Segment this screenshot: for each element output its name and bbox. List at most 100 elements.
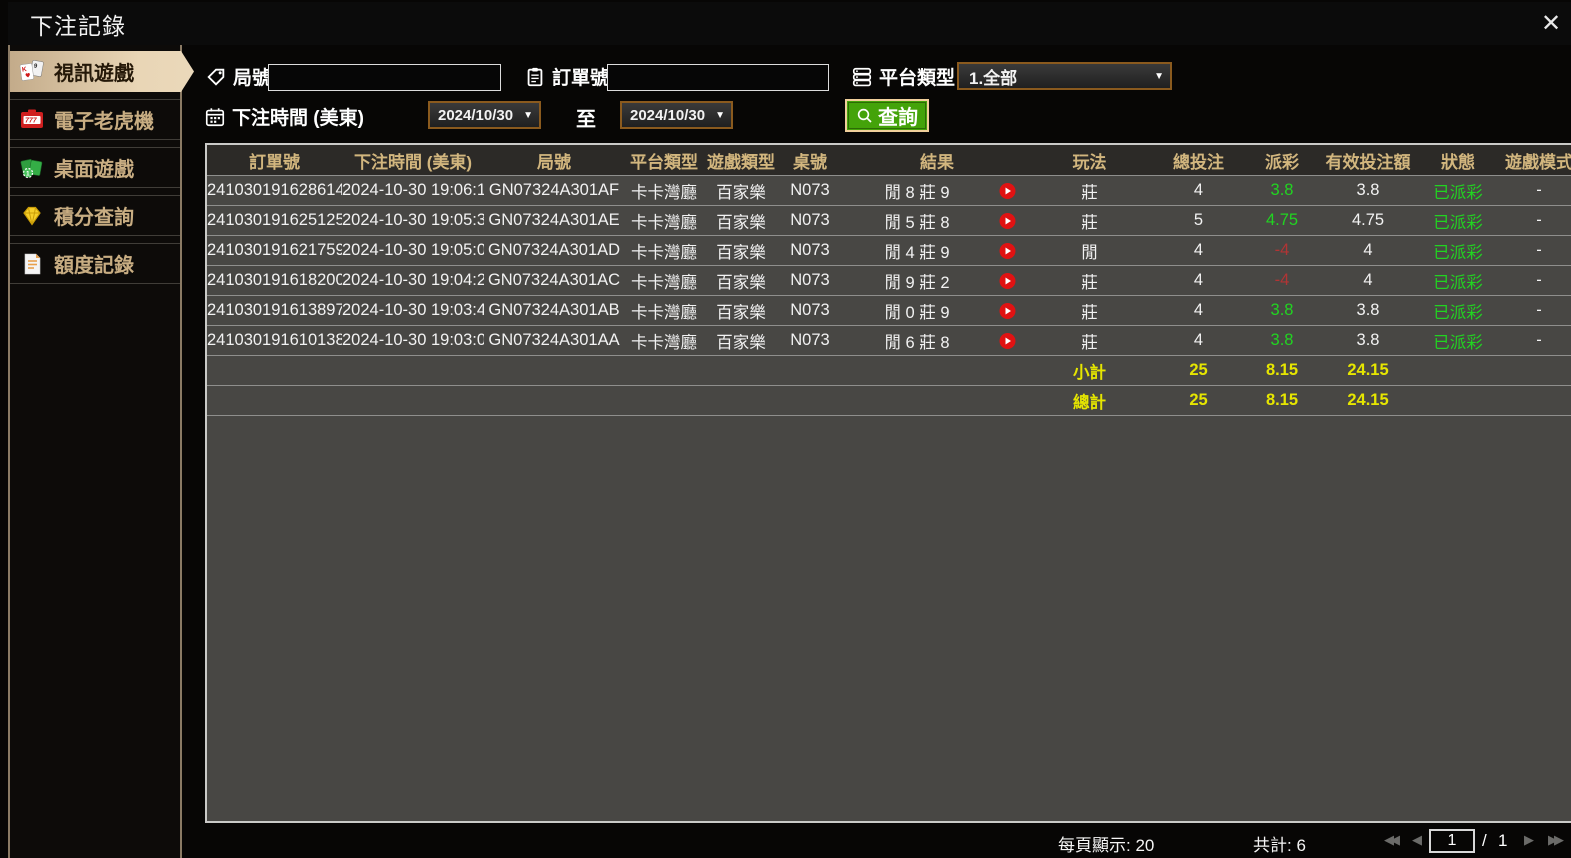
last-page-icon[interactable]: ▶▶	[1548, 832, 1564, 848]
search-button[interactable]: 查詢	[845, 99, 929, 132]
table-cell: 2024-10-30 19:03:05	[342, 331, 484, 349]
table-cell: 莊	[1081, 213, 1098, 232]
table-cell: 訂單號	[249, 152, 300, 172]
table-cell: 3.8	[1270, 301, 1294, 319]
replay-video-icon[interactable]	[999, 182, 1016, 199]
svg-text:1: 1	[26, 170, 30, 177]
table-cell: 2024-10-30 19:05:00	[342, 241, 484, 259]
dialog-titlebar: 下注記錄 ✕	[8, 2, 1571, 45]
replay-video-icon[interactable]	[999, 302, 1016, 319]
bet-time-label-group: 下注時間 (美東)	[204, 103, 364, 130]
table-cell: 4.75	[1351, 211, 1385, 229]
clipboard-icon	[524, 66, 546, 88]
result-text: 閒 0 莊 9	[884, 303, 950, 322]
table-cell: 百家樂	[716, 243, 766, 262]
table-cell: 241030191625125	[207, 211, 342, 229]
next-page-icon[interactable]: ▶	[1524, 832, 1534, 848]
replay-video-icon[interactable]	[999, 332, 1016, 349]
table-cell: 已派彩	[1433, 243, 1483, 262]
table-row: 241030191610138 2024-10-30 19:03:05 GN0732…	[207, 326, 1571, 356]
result-text: 閒 5 莊 8	[884, 213, 950, 232]
result-text: 閒 4 莊 9	[884, 243, 950, 262]
table-cell: 總計	[1073, 393, 1106, 412]
table-cell: -	[1536, 211, 1542, 229]
table-cell: N073	[790, 241, 830, 259]
table-cell: -	[1536, 331, 1542, 349]
sidebar-item-4[interactable]: 積分查詢	[10, 195, 180, 236]
platform-type-label: 平台類型	[879, 68, 956, 89]
table-cell: 2024-10-30 19:04:26	[342, 271, 484, 289]
table-cell: -	[1536, 301, 1542, 319]
result-cell: 閒 8 莊 9	[842, 176, 1032, 205]
table-cell: -	[1536, 181, 1542, 199]
order-number-input[interactable]	[607, 64, 829, 91]
table-cell: 卡卡灣廳	[631, 273, 697, 292]
table-cell: 2024-10-30 19:05:33	[342, 211, 484, 229]
table-cell: 有效投注額	[1325, 152, 1411, 172]
table-cell: 241030191610138	[207, 331, 342, 349]
replay-video-icon[interactable]	[999, 212, 1016, 229]
replay-video-icon[interactable]	[999, 242, 1016, 259]
platform-type-select[interactable]: 1.全部 ▼	[957, 62, 1172, 90]
date-to-select[interactable]: 2024/10/30 ▼	[620, 101, 733, 129]
table-cell: 4	[1193, 181, 1204, 199]
date-to-value: 2024/10/30	[630, 106, 706, 124]
table-cell: 結果	[920, 152, 954, 172]
table-cell: 百家樂	[716, 183, 766, 202]
table-cell: 241030191613897	[207, 301, 342, 319]
table-cell: GN07324A301AF	[488, 181, 620, 199]
table-cell: N073	[790, 301, 830, 319]
table-cell: 25	[1189, 391, 1208, 409]
chevron-down-icon: ▼	[715, 109, 725, 121]
table-cell: 241030191621759	[207, 241, 342, 259]
table-cell: 局號	[537, 152, 571, 172]
table-cell: 4.75	[1265, 211, 1299, 229]
grand-total-row: 總計 25 8.15 24.15	[207, 386, 1571, 416]
table-cell: N073	[790, 331, 830, 349]
sidebar-item-1[interactable]: 9 K 視訊遊戲	[10, 51, 194, 92]
date-to-label: 至	[576, 109, 596, 131]
table-cell: 百家樂	[716, 333, 766, 352]
sidebar-item-label: 視訊遊戲	[54, 63, 134, 85]
table-cell: 25	[1189, 361, 1208, 379]
tag-icon	[205, 66, 227, 88]
table-cell: 卡卡灣廳	[631, 243, 697, 262]
table-cell: 下注時間 (美東)	[353, 152, 473, 172]
table-cell: 狀態	[1441, 152, 1475, 172]
date-from-select[interactable]: 2024/10/30 ▼	[428, 101, 541, 129]
platform-type-value: 1.全部	[969, 68, 1018, 88]
bet-time-label: 下注時間 (美東)	[232, 108, 364, 129]
round-number-input[interactable]	[268, 64, 501, 91]
table-cell: 3.8	[1356, 301, 1380, 319]
bet-records-table: 訂單號 下注時間 (美東) 局號 平台類型 遊戲類型 桌號 結果 玩法 總投注 派彩 有效投注額 狀態…	[205, 143, 1571, 823]
table-cell: 3.8	[1270, 181, 1294, 199]
table-cell: 卡卡灣廳	[631, 333, 697, 352]
table-cell: -4	[1274, 271, 1290, 289]
result-cell: 閒 4 莊 9	[842, 236, 1032, 265]
slot-777-icon: 777	[19, 107, 45, 133]
first-page-icon[interactable]: ◀◀	[1384, 832, 1400, 848]
table-row: 241030191621759 2024-10-30 19:05:00 GN0732…	[207, 236, 1571, 266]
table-cell: 小計	[1073, 363, 1106, 382]
table-cell: 閒	[1081, 243, 1098, 262]
table-cell: 百家樂	[716, 213, 766, 232]
page-size-label: 每頁顯示: 20	[1058, 836, 1155, 855]
result-cell: 閒 0 莊 9	[842, 296, 1032, 325]
table-cell: 莊	[1081, 303, 1098, 322]
table-games-icon: 1	[19, 155, 45, 181]
page-number-input[interactable]	[1429, 829, 1475, 853]
prev-page-icon[interactable]: ◀	[1412, 832, 1422, 848]
platform-type-label-group: 平台類型	[851, 63, 955, 90]
table-cell: 桌號	[793, 152, 827, 172]
order-number-label-group: 訂單號	[524, 63, 609, 90]
sidebar-item-2[interactable]: 777 電子老虎機	[10, 99, 180, 140]
sidebar-item-3[interactable]: 1 桌面遊戲	[10, 147, 180, 188]
subtotal-row: 小計 25 8.15 24.15	[207, 356, 1571, 386]
result-cell: 閒 9 莊 2	[842, 266, 1032, 295]
table-cell: 24.15	[1347, 391, 1389, 409]
close-icon[interactable]: ✕	[1537, 10, 1565, 38]
table-cell: 4	[1193, 271, 1204, 289]
replay-video-icon[interactable]	[999, 272, 1016, 289]
sidebar-item-5[interactable]: 額度記錄	[10, 243, 180, 284]
table-cell: 遊戲模式	[1505, 152, 1571, 172]
